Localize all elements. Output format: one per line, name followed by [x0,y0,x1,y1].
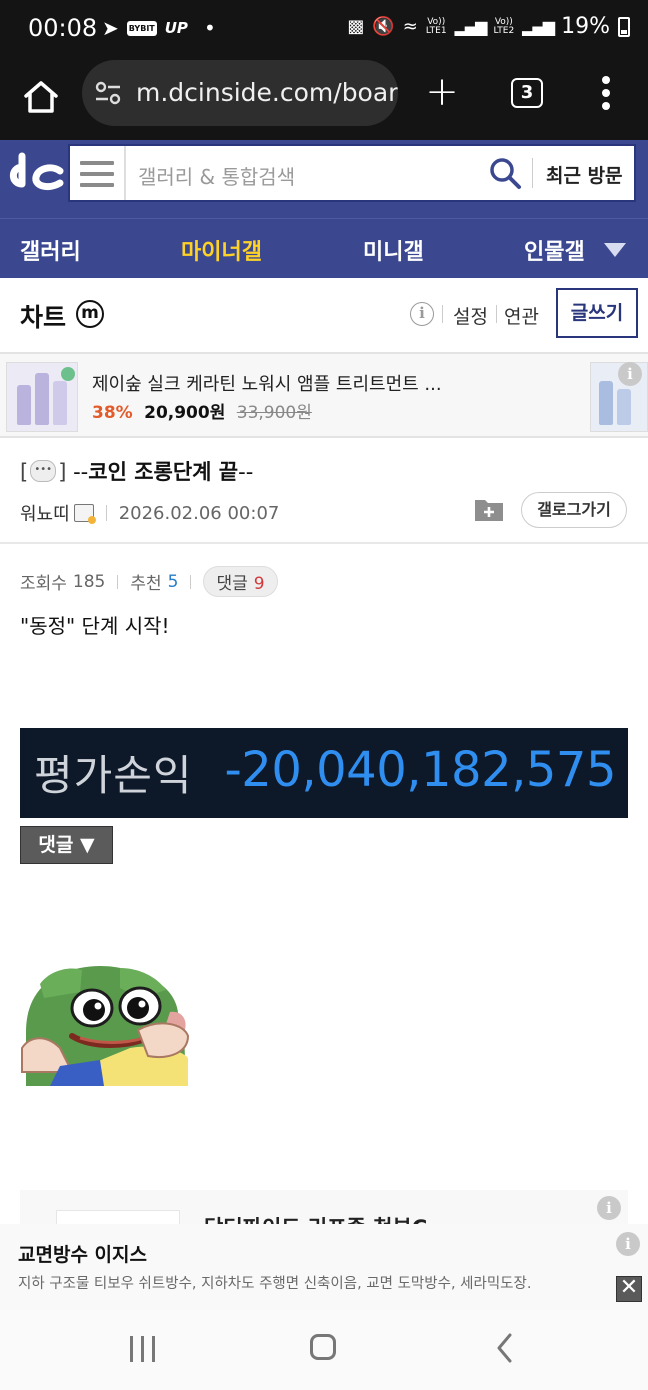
signal1-icon: ▂▄▆ [454,17,488,36]
gallery-nav: 갤러리 마이너갤 미니갤 인물갤 [0,218,648,278]
views-count: 185 [72,571,106,592]
wifi-icon: ≈ [402,16,418,37]
author-nickname[interactable]: 워뇨띠 [20,500,70,526]
post-meta: 워뇨띠 2026.02.06 00:07 [20,500,279,526]
recent-visits-button[interactable]: 최근 방문 [546,161,623,188]
title-prefix: -- [73,460,89,484]
mute-icon: 🔇 [372,16,395,37]
post-title: [•••] --코인 조롱단계 끝-- [20,456,253,486]
telegram-icon: ➤ [102,16,119,40]
add-folder-icon[interactable] [474,496,504,522]
url-text[interactable]: m.dcinside.com/boar [136,78,398,107]
bottom-ad-title[interactable]: 교면방수 이지스 [18,1240,147,1267]
status-system-icons: ▩ 🔇 ≈ Vo)) LTE1 ▂▄▆ Vo)) LTE2 ▂▄▆ 19% [347,14,630,39]
status-bar: 00:08 ➤ BYBIT UP • ▩ 🔇 ≈ Vo)) LTE1 ▂▄▆ Vo… [0,0,648,58]
gallery-title-row: 차트 m i 설정 연관 글쓰기 [0,278,648,352]
gallery-settings-link[interactable]: 설정 [453,302,488,329]
signal2-icon: ▂▄▆ [522,17,555,36]
write-button[interactable]: 글쓰기 [556,288,638,338]
battery-icon [618,16,630,37]
ad-original-price: 33,900원 [236,403,312,423]
divider [0,542,648,544]
search-input[interactable]: 갤러리 & 통합검색 [138,161,295,190]
speech-bubble-icon: ••• [30,460,57,482]
status-time: 00:08 [28,14,98,42]
ad-price-row: 38% 20,900원 33,900원 [92,398,312,423]
tab-switcher-button[interactable]: 3 [511,78,543,108]
battery-percent: 19% [561,14,610,39]
divider [124,146,126,200]
nav-item-person-gallery[interactable]: 인물갤 [524,234,585,266]
recommend-count: 5 [167,571,179,592]
recommend-label: 추천 [130,574,162,594]
bottom-ad-description[interactable]: 지하 구조물 티보우 쉬트방수, 지하차도 주행면 신축이음, 교면 도막방수,… [18,1272,531,1293]
search-icon[interactable] [488,156,522,190]
ad-info-icon[interactable]: i [618,362,642,386]
browser-menu-button[interactable] [596,76,616,112]
site-settings-icon[interactable] [94,80,122,106]
comments-label: 댓글 [216,574,248,594]
comment-toggle-button[interactable]: 댓글 ▼ [20,826,113,864]
product-image[interactable] [6,362,78,432]
new-tab-button[interactable]: + [424,72,460,112]
fixed-nick-icon [73,504,96,524]
status-notification-icons: ➤ BYBIT UP • [102,16,216,40]
title-bracket-open: [ [20,460,29,484]
views-label: 조회수 [20,574,67,594]
address-bar[interactable]: m.dcinside.com/boar [82,60,398,126]
ad-info-icon[interactable]: i [616,1232,640,1256]
nav-item-mini-gallery[interactable]: 미니갤 [363,234,424,266]
divider [532,158,533,188]
pnl-value: -20,040,182,575 [224,742,616,798]
ad-product-title[interactable]: 제이숲 실크 케라틴 노워시 앰플 트리트먼트 ... [92,370,442,396]
network2-bottom: LTE2 [493,25,515,36]
pnl-screenshot-image[interactable]: 평가손익 -20,040,182,575 [20,728,628,818]
product-ad-banner[interactable]: 제이숲 실크 케라틴 노워시 앰플 트리트먼트 ... 38% 20,900원 … [0,352,648,438]
dcinside-logo[interactable] [8,150,66,200]
divider [105,505,107,521]
browser-toolbar: m.dcinside.com/boar + 3 [0,58,648,140]
recent-apps-button[interactable] [130,1336,156,1362]
divider [442,305,443,323]
menu-icon[interactable] [80,161,114,187]
comments-pill[interactable]: 댓글 9 [203,566,278,597]
ad-info-icon[interactable]: i [597,1196,621,1220]
upbit-icon: UP [164,19,188,37]
nav-item-minor-gallery[interactable]: 마이너갤 [181,234,262,266]
nav-expand-icon[interactable] [604,243,626,257]
gallery-name[interactable]: 차트 [20,298,66,334]
close-ad-button[interactable]: ✕ [616,1276,642,1302]
pepe-frog-image[interactable] [20,962,190,1086]
home-button[interactable] [310,1334,336,1360]
site-header: 갤러리 & 통합검색 최근 방문 [0,140,648,218]
related-gallery-link[interactable]: 연관 [504,302,539,329]
post-date: 2026.02.06 00:07 [118,502,280,524]
nav-item-gallery[interactable]: 갤러리 [20,234,81,266]
info-icon[interactable]: i [410,302,434,326]
network2-label: Vo)) LTE2 [493,17,515,36]
comments-count: 9 [253,574,265,594]
system-navigation-bar [0,1310,648,1390]
title-suffix: -- [238,460,254,484]
title-bracket-close: ] [58,460,67,484]
bybit-icon: BYBIT [126,20,157,36]
divider [496,305,497,323]
pnl-label: 평가손익 [34,751,193,800]
minor-gallery-badge-icon: m [76,300,104,328]
more-notifications-dot-icon: • [203,16,216,40]
bottom-ad-banner[interactable]: 교면방수 이지스 지하 구조물 티보우 쉬트방수, 지하차도 주행면 신축이음,… [0,1224,648,1310]
ad-discount: 38% [92,403,133,423]
ad-price: 20,900원 [144,403,226,423]
battery-saver-icon: ▩ [347,16,365,37]
network1-bottom: LTE1 [425,25,447,36]
back-button[interactable] [494,1332,516,1364]
network1-label: Vo)) LTE1 [425,17,447,36]
search-box: 갤러리 & 통합검색 최근 방문 [68,144,636,202]
home-icon[interactable] [22,78,60,116]
post-stats: 조회수 185 추천 5 댓글 9 [20,566,278,597]
title-text: 코인 조롱단계 끝 [88,460,239,484]
gallog-button[interactable]: 갤로그가기 [521,492,627,528]
post-body-text: "동정" 단계 시작! [20,614,170,638]
